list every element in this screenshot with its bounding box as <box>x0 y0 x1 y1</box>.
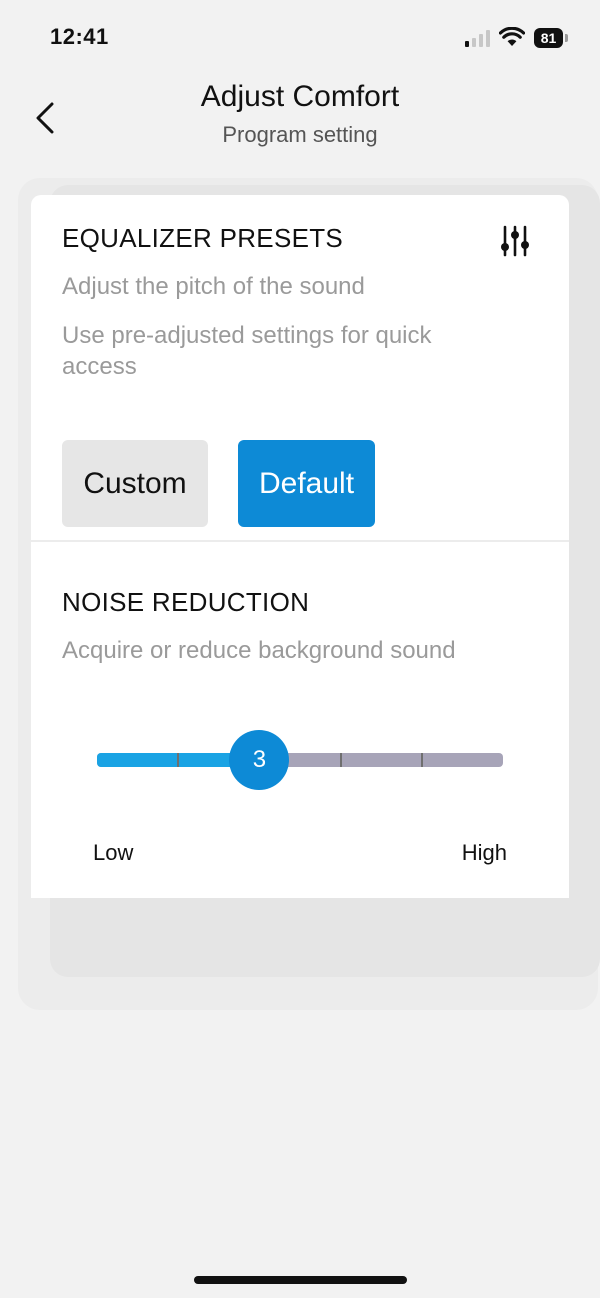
preset-custom-button[interactable]: Custom <box>62 440 208 527</box>
equalizer-settings-button[interactable] <box>499 225 531 257</box>
slider-tick <box>339 753 342 767</box>
slider-thumb[interactable]: 3 <box>229 730 290 790</box>
preset-default-button[interactable]: Default <box>238 440 375 527</box>
home-indicator <box>194 1276 407 1284</box>
status-time: 12:41 <box>50 24 109 49</box>
slider-track[interactable] <box>97 753 503 767</box>
battery-level: 81 <box>534 28 563 48</box>
slider-max-label: High <box>461 840 507 865</box>
sliders-icon <box>501 225 529 257</box>
slider-tick <box>420 753 423 767</box>
slider-tick <box>177 753 180 767</box>
page-subtitle: Program setting <box>222 122 378 147</box>
noise-reduction-title: NOISE REDUCTION <box>62 587 310 617</box>
page-title: Adjust Comfort <box>200 80 400 113</box>
equalizer-description: Adjust the pitch of the sound <box>62 273 365 300</box>
equalizer-title: EQUALIZER PRESETS <box>62 223 344 253</box>
noise-reduction-slider[interactable]: 3 <box>97 725 503 795</box>
settings-card: EQUALIZER PRESETS Adjust the pitch of th… <box>31 195 569 898</box>
slider-min-label: Low <box>93 840 134 865</box>
battery-icon: 81 <box>534 28 568 48</box>
noise-reduction-description: Acquire or reduce background sound <box>62 637 456 664</box>
section-divider <box>31 540 569 542</box>
wifi-icon <box>498 26 526 47</box>
status-bar: 12:41 81 <box>0 0 600 76</box>
cellular-signal-icon <box>465 29 491 47</box>
equalizer-hint: Use pre-adjusted settings for quick acce… <box>62 322 432 380</box>
